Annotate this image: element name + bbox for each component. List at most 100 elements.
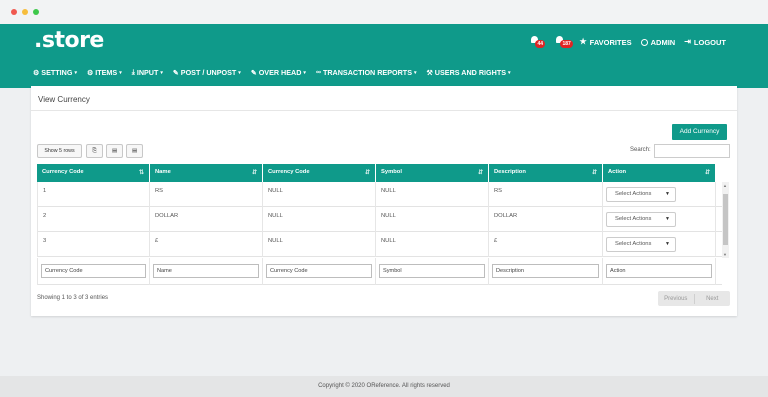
nav-item-label: SETTING <box>41 68 73 77</box>
window-maximize-dot[interactable] <box>33 9 39 15</box>
column-header-label: Symbol <box>381 169 402 175</box>
add-currency-button[interactable]: Add Currency <box>672 124 727 140</box>
title-divider <box>31 110 737 111</box>
admin-label: ADMIN <box>650 37 676 47</box>
nav-item-input[interactable]: ⤓ INPUT ▾ <box>132 68 163 77</box>
table-scrollbar[interactable]: ▲ ▼ <box>722 182 729 258</box>
chevron-down-icon: ▾ <box>74 69 77 76</box>
nav-item-post-unpost[interactable]: ✎ POST / UNPOST ▾ <box>173 68 241 77</box>
notification-bell-2[interactable]: 187 <box>554 36 573 48</box>
copy-button[interactable]: ⎘ <box>86 144 103 158</box>
copy-icon: ⎘ <box>92 148 97 154</box>
next-page-button[interactable]: Next <box>695 296 731 302</box>
nav-item-label: POST / UNPOST <box>180 68 237 77</box>
nav-item-label: OVER HEAD <box>258 68 302 77</box>
table-cell: NULL <box>376 232 489 257</box>
column-header[interactable]: Action ⇵ <box>603 164 716 182</box>
window-close-dot[interactable] <box>11 9 17 15</box>
chevron-down-icon: ▾ <box>238 69 241 76</box>
notification-bell-1[interactable]: 44 <box>529 36 546 48</box>
filter-input-action[interactable]: Action <box>606 264 712 278</box>
nav-item-transaction-reports[interactable]: ∞ TRANSACTION REPORTS ▾ <box>316 68 417 77</box>
export-excel-button[interactable]: ▤ <box>106 144 123 158</box>
browser-chrome <box>0 0 768 24</box>
download-icon: ⤓ <box>131 68 135 76</box>
store-logo[interactable]: .store <box>34 28 104 53</box>
dropdown-arrow-icon: ▼ <box>665 216 670 222</box>
filter-input-description[interactable]: Description <box>492 264 599 278</box>
currency-panel: View Currency Add Currency Show 5 rows ⎘… <box>31 86 737 316</box>
export-pdf-button[interactable]: ▤ <box>126 144 143 158</box>
nav-item-label: USERS AND RIGHTS <box>434 68 507 77</box>
logout-icon: ⇥ <box>684 37 691 46</box>
table-cell: 1 <box>37 182 150 207</box>
previous-page-button[interactable]: Previous <box>658 296 694 302</box>
search-label: Search: <box>630 147 651 153</box>
sort-icon: ⇵ <box>704 170 710 176</box>
nav-item-label: ITEMS <box>95 68 118 77</box>
chevron-down-icon: ▾ <box>119 69 122 76</box>
admin-link[interactable]: ADMIN <box>640 37 676 47</box>
filter-input-symbol[interactable]: Symbol <box>379 264 485 278</box>
table-row: 3 £ NULL NULL £ Select Actions ▼ <box>37 232 722 257</box>
column-header-label: Currency Code <box>42 169 84 175</box>
action-select[interactable]: Select Actions ▼ <box>606 212 676 227</box>
column-header-label: Description <box>494 169 526 175</box>
column-header[interactable]: Name ⇵ <box>150 164 263 182</box>
action-select-label: Select Actions <box>615 216 652 222</box>
table-cell: 2 <box>37 207 150 232</box>
column-header[interactable]: Symbol ⇵ <box>376 164 489 182</box>
scroll-down-icon[interactable]: ▼ <box>723 252 727 257</box>
file-icon: ▤ <box>131 148 137 154</box>
table-row: 1 RS NULL NULL RS Select Actions ▼ <box>37 182 722 207</box>
table-cell: 3 <box>37 232 150 257</box>
nav-item-setting[interactable]: ⚙ SETTING ▾ <box>33 68 77 77</box>
column-header[interactable]: Description ⇵ <box>489 164 603 182</box>
table-cell: £ <box>150 232 263 257</box>
nav-item-users-and-rights[interactable]: ⚒ USERS AND RIGHTS ▾ <box>427 68 511 77</box>
sort-icon: ⇵ <box>364 170 370 176</box>
scrollbar-thumb[interactable] <box>723 194 728 245</box>
nav-item-over-head[interactable]: ✎ OVER HEAD ▾ <box>251 68 306 77</box>
table-cell: NULL <box>376 182 489 207</box>
page-title: View Currency <box>38 95 90 104</box>
column-header[interactable]: Currency Code ⇅ <box>37 164 150 182</box>
filter-cell: Symbol <box>376 258 489 285</box>
table-info: Showing 1 to 3 of 3 entries <box>37 295 109 301</box>
table-cell: DOLLAR <box>150 207 263 232</box>
filter-input-currency-code[interactable]: Currency Code <box>41 264 146 278</box>
table-cell: Select Actions ▼ <box>603 207 716 232</box>
show-rows-button[interactable]: Show 5 rows <box>37 144 82 158</box>
column-header-label: Action <box>608 169 627 175</box>
link-icon: ∞ <box>315 69 321 76</box>
table-cell: Select Actions ▼ <box>603 182 716 207</box>
nav-item-label: TRANSACTION REPORTS <box>322 68 412 77</box>
search-input[interactable] <box>654 144 730 158</box>
table-cell: NULL <box>263 232 376 257</box>
action-select[interactable]: Select Actions ▼ <box>606 187 676 202</box>
table-header-row: Currency Code ⇅ Name ⇵ Currency Code ⇵ Symb… <box>37 164 722 182</box>
wrench-icon: ⚒ <box>426 69 433 77</box>
action-select[interactable]: Select Actions ▼ <box>606 237 676 252</box>
dropdown-arrow-icon: ▼ <box>665 191 670 197</box>
table-cell: £ <box>489 232 603 257</box>
table-cell: RS <box>489 182 603 207</box>
logout-link[interactable]: ⇥ LOGOUT <box>684 38 726 47</box>
table-cell: NULL <box>263 182 376 207</box>
filter-input-currency-code-2[interactable]: Currency Code <box>266 264 372 278</box>
window-minimize-dot[interactable] <box>22 9 28 15</box>
filter-cell: Action <box>603 258 716 285</box>
chevron-down-icon: ▾ <box>508 69 511 76</box>
page-footer: Copyright © 2020 OReference. All rights … <box>0 376 768 397</box>
column-header[interactable]: Currency Code ⇵ <box>263 164 376 182</box>
favorites-link[interactable]: ★ FAVORITES <box>579 38 631 47</box>
action-select-label: Select Actions <box>615 191 652 197</box>
header-actions: 44 187 ★ FAVORITES ADMIN ⇥ LOGOUT <box>529 36 726 48</box>
user-circle-icon <box>640 38 648 46</box>
edit-icon: ✎ <box>250 69 257 77</box>
nav-item-items[interactable]: ⚙ ITEMS ▾ <box>87 68 122 77</box>
gear-icon: ⚙ <box>33 69 40 77</box>
scroll-up-icon[interactable]: ▲ <box>723 183 727 188</box>
filter-cell: Currency Code <box>263 258 376 285</box>
filter-input-name[interactable]: Name <box>153 264 259 278</box>
